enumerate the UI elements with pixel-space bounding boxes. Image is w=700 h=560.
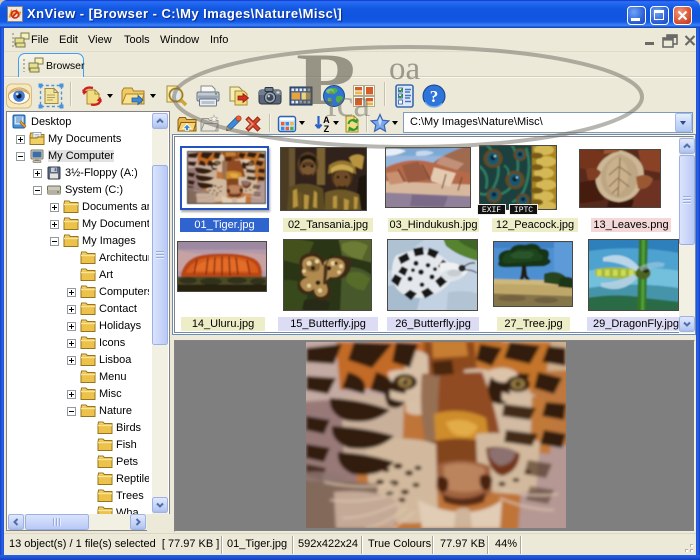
svg-text:?: ?: [430, 87, 439, 106]
svg-text:Z: Z: [324, 124, 330, 134]
